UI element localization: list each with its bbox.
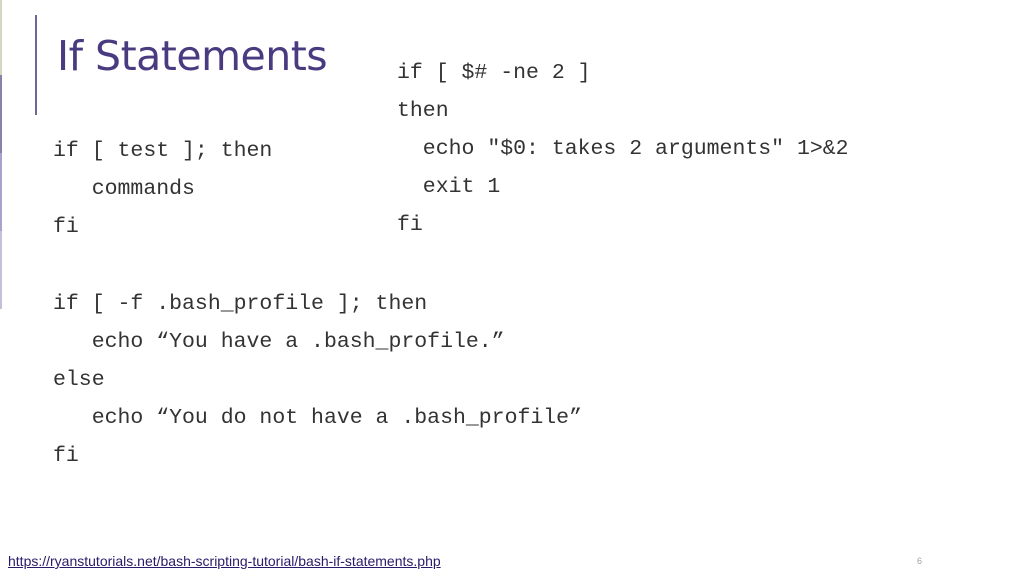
code-example-file-test: if [ -f .bash_profile ]; then echo “You … — [53, 285, 582, 475]
code-line: fi — [53, 215, 79, 239]
source-link[interactable]: https://ryanstutorials.net/bash-scriptin… — [8, 553, 441, 569]
page-number: 6 — [917, 556, 923, 566]
code-line: fi — [53, 444, 79, 468]
code-line: echo “You have a .bash_profile.” — [53, 330, 505, 354]
code-example-argument-check: if [ $# -ne 2 ] then echo "$0: takes 2 ar… — [397, 54, 849, 244]
title-accent-rule — [35, 15, 37, 115]
code-line: else — [53, 368, 105, 392]
code-line: fi — [397, 213, 423, 237]
code-line: echo "$0: takes 2 arguments" 1>&2 — [397, 137, 849, 161]
code-line: if [ $# -ne 2 ] — [397, 61, 591, 85]
code-line: exit 1 — [397, 175, 501, 199]
edge-decoration — [0, 153, 2, 231]
edge-decoration — [0, 75, 2, 153]
slide-title: If Statements — [57, 32, 328, 80]
code-line: then — [397, 99, 449, 123]
code-example-syntax: if [ test ]; then commands fi — [53, 132, 272, 246]
code-line: if [ -f .bash_profile ]; then — [53, 292, 428, 316]
edge-decoration — [0, 0, 2, 75]
edge-decoration — [0, 231, 2, 309]
code-line: echo “You do not have a .bash_profile” — [53, 406, 582, 430]
code-line: if [ test ]; then — [53, 139, 273, 163]
code-line: commands — [53, 177, 195, 201]
